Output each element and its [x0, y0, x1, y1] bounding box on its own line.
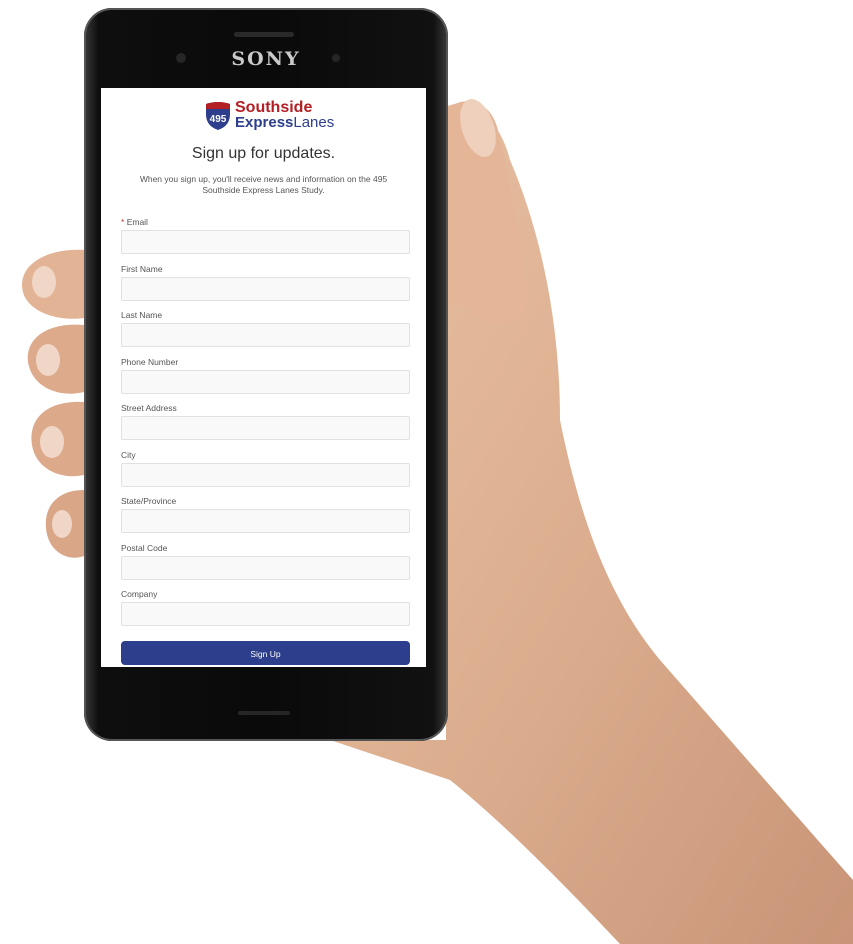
- city-input[interactable]: [121, 462, 410, 487]
- shield-number: 495: [210, 114, 227, 125]
- email-label-text: Email: [126, 217, 148, 227]
- earpiece-speaker: [234, 32, 294, 37]
- company-label: Company: [121, 589, 158, 599]
- phone-screen: 495 Southside ExpressLanes Sign up for u…: [101, 88, 426, 667]
- company-input[interactable]: [121, 602, 410, 626]
- postal-code-input[interactable]: [121, 555, 410, 580]
- email-input[interactable]: [121, 230, 410, 254]
- street-address-field-group: Street Address: [121, 403, 410, 450]
- street-address-input[interactable]: [121, 416, 410, 440]
- state-province-field-group: State/Province: [121, 496, 410, 543]
- city-field-group: City: [121, 450, 410, 497]
- page-title: Sign up for updates.: [191, 145, 336, 162]
- first-name-field-group: First Name: [121, 264, 410, 311]
- first-name-input[interactable]: [121, 276, 410, 301]
- state-province-input[interactable]: [121, 509, 410, 533]
- city-label: City: [121, 449, 136, 460]
- email-field-group: * Email: [121, 217, 410, 264]
- state-province-label: State/Province: [121, 496, 177, 506]
- device-brand: SONY: [231, 48, 301, 70]
- email-label: * Email: [121, 217, 410, 230]
- signup-form: * Email First Name Last Name Phone Numbe…: [121, 217, 410, 636]
- street-address-label: Street Address: [121, 403, 177, 413]
- phone-number-label: Phone Number: [121, 356, 179, 367]
- phone-number-input[interactable]: [121, 369, 410, 394]
- bottom-speaker: [238, 711, 290, 715]
- logo-line-2-bold: Express: [235, 114, 294, 131]
- intro-text: When you sign up, you'll receive news an…: [139, 174, 388, 195]
- first-name-label: First Name: [121, 263, 163, 274]
- postal-code-label: Postal Code: [121, 542, 168, 553]
- phone-number-field-group: Phone Number: [121, 357, 410, 404]
- sign-up-button[interactable]: Sign Up: [121, 641, 410, 665]
- company-field-group: Company: [121, 589, 410, 636]
- last-name-field-group: Last Name: [121, 310, 410, 357]
- logo-line-2-rest: Lanes: [293, 114, 335, 131]
- postal-code-field-group: Postal Code: [121, 543, 410, 590]
- last-name-input[interactable]: [121, 323, 410, 347]
- logo-line-2: ExpressLanes: [235, 115, 334, 131]
- required-marker: *: [121, 217, 125, 227]
- southside-express-lanes-logo[interactable]: 495 Southside ExpressLanes: [204, 100, 344, 132]
- last-name-label: Last Name: [121, 310, 163, 320]
- interstate-shield-icon: 495: [206, 102, 230, 130]
